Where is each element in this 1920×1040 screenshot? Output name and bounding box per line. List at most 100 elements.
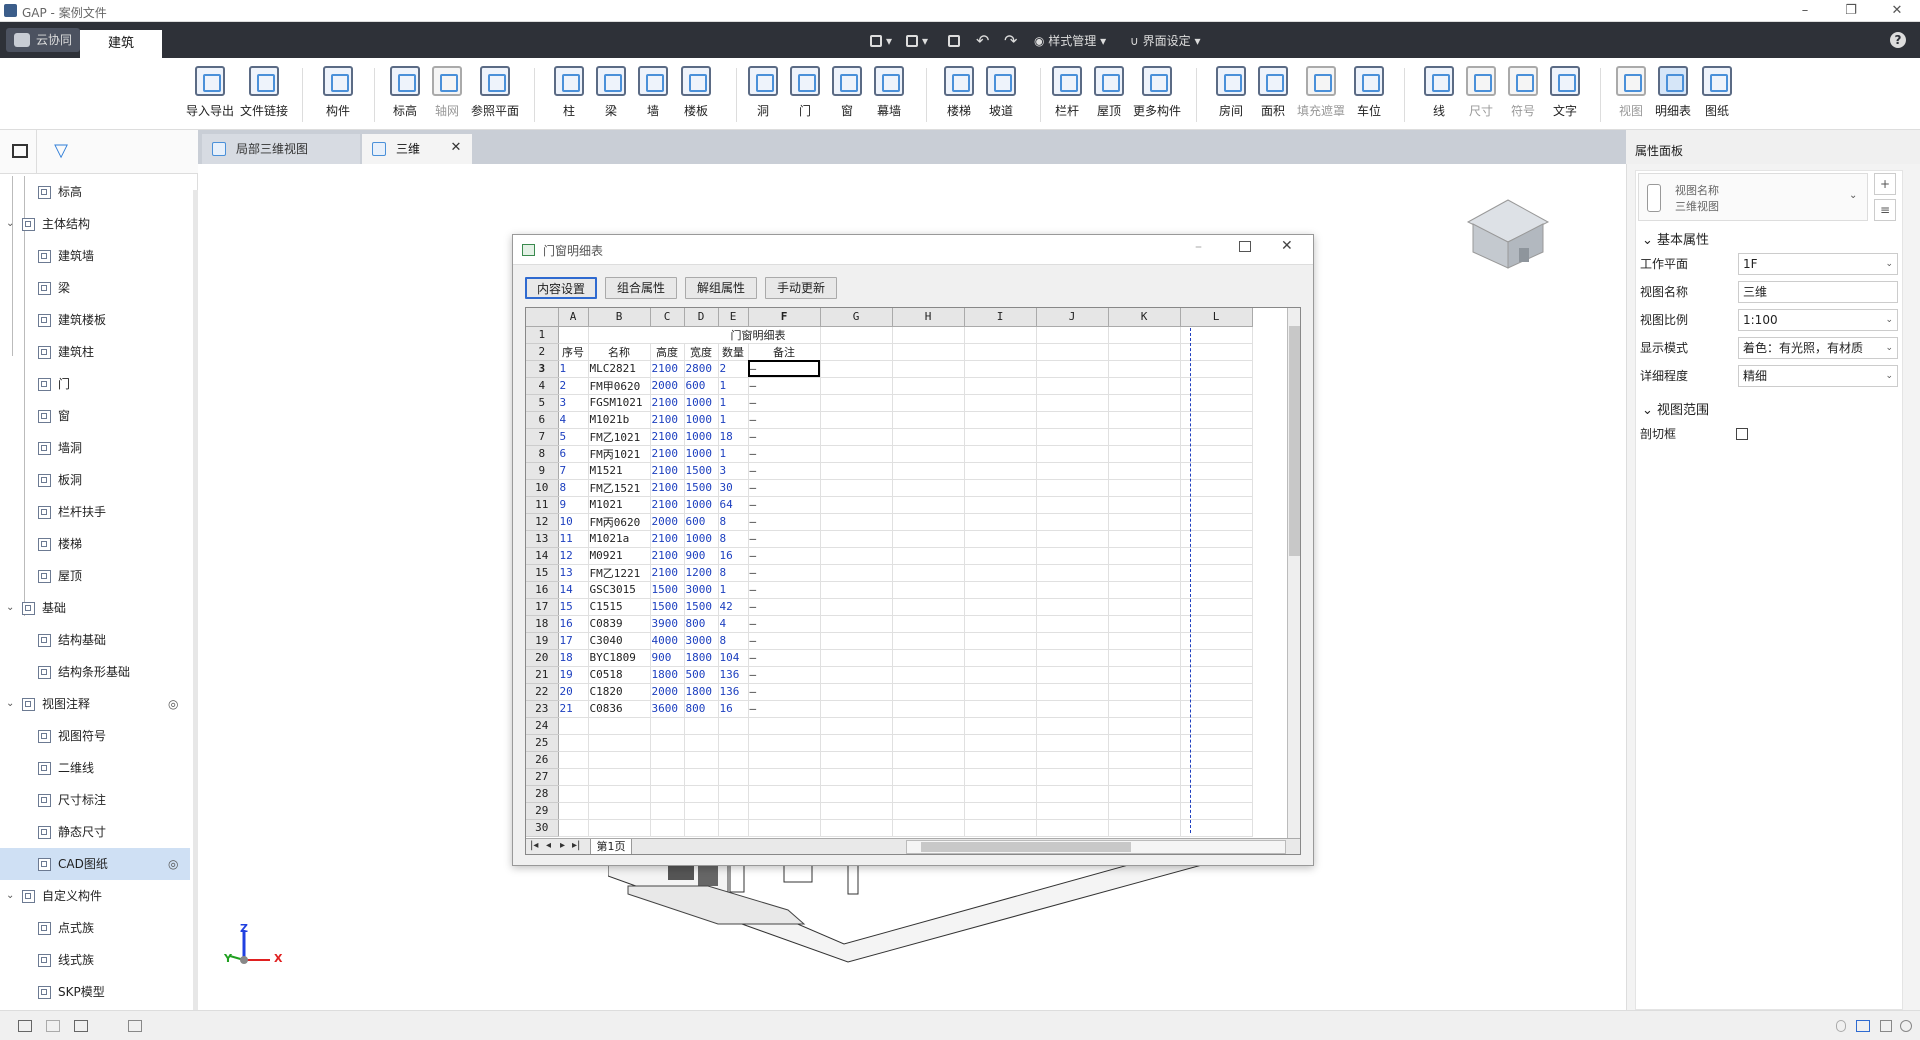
tree-item[interactable]: 标高 (0, 176, 190, 208)
row-header[interactable]: 15 (526, 564, 559, 582)
table-cell[interactable]: 2100 (650, 462, 685, 480)
table-cell[interactable] (1036, 428, 1109, 446)
table-cell[interactable]: – (748, 428, 821, 446)
table-cell[interactable] (1036, 717, 1109, 735)
tab-local-3d-view[interactable]: 局部三维视图 (202, 134, 360, 164)
column-header[interactable]: E (718, 308, 749, 327)
table-cell[interactable] (964, 377, 1037, 395)
tree-item[interactable]: 栏杆扶手 (0, 496, 190, 528)
table-cell[interactable] (820, 394, 893, 412)
table-cell[interactable] (964, 411, 1037, 429)
table-cell[interactable] (1108, 360, 1181, 378)
table-cell[interactable] (588, 751, 651, 769)
tree-item[interactable]: 建筑墙 (0, 240, 190, 272)
table-cell[interactable]: 8 (718, 632, 749, 650)
undo-icon[interactable]: ↶ (976, 30, 989, 52)
close-button[interactable]: ✕ (1874, 0, 1920, 22)
row-header[interactable]: 2 (526, 343, 559, 361)
table-cell[interactable]: FM乙1521 (588, 479, 651, 497)
table-cell[interactable]: – (748, 394, 821, 412)
table-cell[interactable] (1036, 360, 1109, 378)
table-cell[interactable]: 3900 (650, 615, 685, 633)
table-cell[interactable] (892, 479, 965, 497)
table-cell[interactable]: 1500 (684, 598, 719, 616)
table-cell[interactable] (748, 768, 821, 786)
table-cell[interactable] (1108, 343, 1181, 361)
table-cell[interactable]: 600 (684, 377, 719, 395)
tree-item[interactable]: 尺寸标注 (0, 784, 190, 816)
tree-item[interactable]: 窗 (0, 400, 190, 432)
table-cell[interactable] (964, 666, 1037, 684)
table-cell[interactable] (964, 683, 1037, 701)
table-cell[interactable]: 42 (718, 598, 749, 616)
table-cell[interactable]: 2100 (650, 547, 685, 565)
table-cell[interactable]: M1521 (588, 462, 651, 480)
table-cell[interactable]: 2100 (650, 479, 685, 497)
table-cell[interactable]: 17 (558, 632, 589, 650)
tile-view-icon[interactable] (18, 1020, 32, 1032)
table-cell[interactable] (820, 428, 893, 446)
manual-update-button[interactable]: 手动更新 (765, 277, 837, 299)
table-cell[interactable]: FM丙0620 (588, 513, 651, 531)
table-cell[interactable]: BYC1809 (588, 649, 651, 667)
table-cell[interactable] (650, 785, 685, 803)
table-cell[interactable]: 14 (558, 581, 589, 599)
table-cell[interactable] (1108, 802, 1181, 820)
table-cell[interactable]: 800 (684, 615, 719, 633)
tree-item[interactable]: SKP模型 (0, 976, 190, 1008)
minimize-button[interactable]: – (1782, 0, 1828, 22)
table-cell[interactable]: 3000 (684, 632, 719, 650)
table-cell[interactable] (820, 462, 893, 480)
table-cell[interactable]: – (748, 547, 821, 565)
table-cell[interactable] (964, 598, 1037, 616)
table-cell[interactable]: 5 (558, 428, 589, 446)
table-cell[interactable]: 1000 (684, 530, 719, 548)
table-cell[interactable] (820, 649, 893, 667)
table-cell[interactable] (1108, 717, 1181, 735)
table-cell[interactable] (1036, 581, 1109, 599)
table-cell[interactable]: – (748, 564, 821, 582)
table-cell[interactable] (684, 717, 719, 735)
table-cell[interactable] (964, 428, 1037, 446)
row-header[interactable]: 13 (526, 530, 559, 548)
table-cell[interactable]: 1 (718, 581, 749, 599)
table-cell[interactable] (964, 564, 1037, 582)
sheet-last-icon[interactable]: ▸| (572, 840, 580, 851)
save-icon[interactable] (948, 30, 964, 52)
table-cell[interactable] (650, 734, 685, 752)
table-cell[interactable] (820, 360, 893, 378)
table-cell[interactable] (748, 751, 821, 769)
layout-icon[interactable] (128, 1020, 142, 1032)
row-header[interactable]: 25 (526, 734, 559, 752)
roof-button[interactable]: 屋顶 (1082, 66, 1136, 119)
row-header[interactable]: 10 (526, 479, 559, 497)
table-cell[interactable]: – (748, 649, 821, 667)
table-cell[interactable] (820, 496, 893, 514)
tree-item[interactable]: 点式族 (0, 912, 190, 944)
table-cell[interactable] (588, 785, 651, 803)
table-cell[interactable] (820, 632, 893, 650)
row-header[interactable]: 30 (526, 819, 559, 837)
open-file-icon[interactable]: ▾ (906, 30, 928, 52)
table-cell[interactable]: FM甲0620 (588, 377, 651, 395)
table-cell[interactable] (1108, 394, 1181, 412)
table-cell[interactable]: 1000 (684, 394, 719, 412)
table-cell[interactable]: 20 (558, 683, 589, 701)
tree-item[interactable]: 建筑楼板 (0, 304, 190, 336)
row-header[interactable]: 5 (526, 394, 559, 412)
table-cell[interactable] (820, 785, 893, 803)
table-cell[interactable]: 18 (558, 649, 589, 667)
table-cell[interactable] (1036, 819, 1109, 837)
table-cell[interactable] (650, 768, 685, 786)
table-cell[interactable] (558, 768, 589, 786)
table-cell[interactable]: 104 (718, 649, 749, 667)
settings-icon[interactable] (1900, 1020, 1912, 1032)
table-cell[interactable]: C1515 (588, 598, 651, 616)
table-cell[interactable]: 19 (558, 666, 589, 684)
tree-item[interactable]: 结构基础 (0, 624, 190, 656)
table-cell[interactable] (1036, 394, 1109, 412)
table-cell[interactable] (820, 445, 893, 463)
table-cell[interactable] (748, 785, 821, 803)
tree-item[interactable]: 门 (0, 368, 190, 400)
table-cell[interactable] (1108, 581, 1181, 599)
